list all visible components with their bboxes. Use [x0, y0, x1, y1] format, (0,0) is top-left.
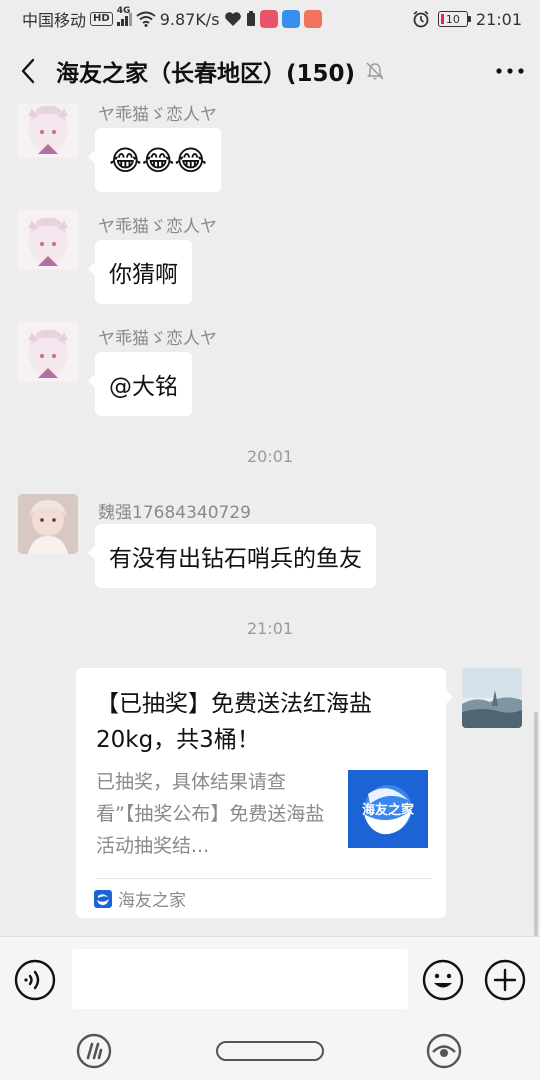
voice-input-button[interactable] [14, 959, 56, 1001]
scrollbar[interactable] [534, 712, 538, 936]
battery-saver-icon [246, 11, 255, 26]
card-thumbnail: 海友之家 [348, 770, 428, 848]
card-thumbnail-text: 海友之家 [361, 802, 414, 818]
card-source-name: 海友之家 [118, 891, 186, 911]
heart-icon [224, 12, 241, 26]
plus-icon [484, 959, 526, 1001]
card-title: 【已抽奖】免费送法红海盐20kg，共3桶！ [96, 691, 372, 753]
avatar[interactable] [18, 210, 78, 270]
more-dots-icon [496, 68, 524, 74]
clock-label: 21:01 [475, 9, 522, 29]
nav-assistant-button[interactable] [76, 1033, 112, 1073]
emoji-icon [422, 959, 464, 1001]
battery-icon: 10 [437, 11, 471, 27]
message-text: @大铭 [109, 374, 178, 400]
more-functions-button[interactable] [484, 959, 526, 1001]
message-bubble[interactable]: 有没有出钻石哨兵的鱼友 [88, 524, 376, 588]
system-nav-bar [0, 1022, 540, 1080]
sender-name: ヤ乖猫ゞ恋人ヤ [98, 329, 217, 349]
timestamp: 21:01 [246, 619, 294, 638]
my-avatar[interactable] [462, 668, 522, 728]
timestamp: 20:01 [246, 447, 294, 466]
brand-logo-icon [94, 889, 112, 908]
sender-name: ヤ乖猫ゞ恋人ヤ [98, 105, 217, 125]
avatar[interactable] [18, 494, 78, 554]
network-type-label: 4G [116, 6, 131, 16]
chevron-left-icon [21, 58, 35, 84]
avatar[interactable] [18, 104, 78, 158]
nav-home-pill[interactable] [216, 1041, 324, 1061]
sender-name: ヤ乖猫ゞ恋人ヤ [98, 217, 217, 237]
voice-icon [14, 959, 56, 1001]
back-button[interactable] [0, 38, 56, 104]
alipay-app-icon [281, 10, 300, 28]
chat-header: 海友之家（长春地区）(150) [0, 38, 540, 104]
hd-icon: HD [90, 12, 113, 26]
avatar[interactable] [18, 322, 78, 382]
battery-level: 10 [445, 12, 460, 26]
card-description: 已抽奖，具体结果请查看”【抽奖公布】免费送海盐活动抽奖结... [96, 771, 325, 857]
calendar-app-icon [259, 10, 278, 28]
nav-eye-button[interactable] [426, 1033, 462, 1073]
card-divider [96, 878, 432, 879]
status-bar: 中国移动 HD 4G 9.87K/s 10 21:01 [0, 0, 540, 38]
group-title: 海友之家（长春地区）(150) [56, 61, 356, 87]
message-bubble[interactable]: 你猜啊 [88, 240, 192, 304]
shared-article-card[interactable]: 【已抽奖】免费送法红海盐20kg，共3桶！ 已抽奖，具体结果请查看”【抽奖公布】… [76, 668, 453, 918]
message-text: 有没有出钻石哨兵的鱼友 [109, 546, 362, 572]
signal-icon: 4G [116, 6, 132, 26]
sender-name: 魏强17684340729 [98, 503, 251, 523]
mute-bell-icon [365, 61, 385, 81]
more-options-button[interactable] [480, 38, 540, 104]
alarm-icon [413, 10, 429, 28]
message-bubble[interactable]: 😂😂😂 [87, 128, 222, 192]
net-speed-label: 9.87K/s [159, 9, 220, 29]
card-source: 海友之家 [94, 886, 186, 911]
emoji-button[interactable] [422, 959, 464, 1001]
message-text: 😂😂😂 [109, 143, 208, 177]
message-input[interactable] [72, 949, 408, 1009]
wifi-icon [136, 11, 156, 27]
carrier-label: 中国移动 [22, 11, 87, 30]
message-text: 你猜啊 [109, 262, 178, 288]
eye-icon [426, 1033, 462, 1069]
store-app-icon [303, 10, 322, 28]
input-bar [0, 936, 540, 1022]
chat-message-list[interactable]: ヤ乖猫ゞ恋人ヤ 😂😂😂 ヤ乖猫ゞ恋人ヤ 你猜啊 ヤ乖猫ゞ恋人ヤ @大铭 20:0… [0, 104, 540, 936]
message-bubble[interactable]: @大铭 [88, 352, 192, 416]
assistant-icon [76, 1033, 112, 1069]
